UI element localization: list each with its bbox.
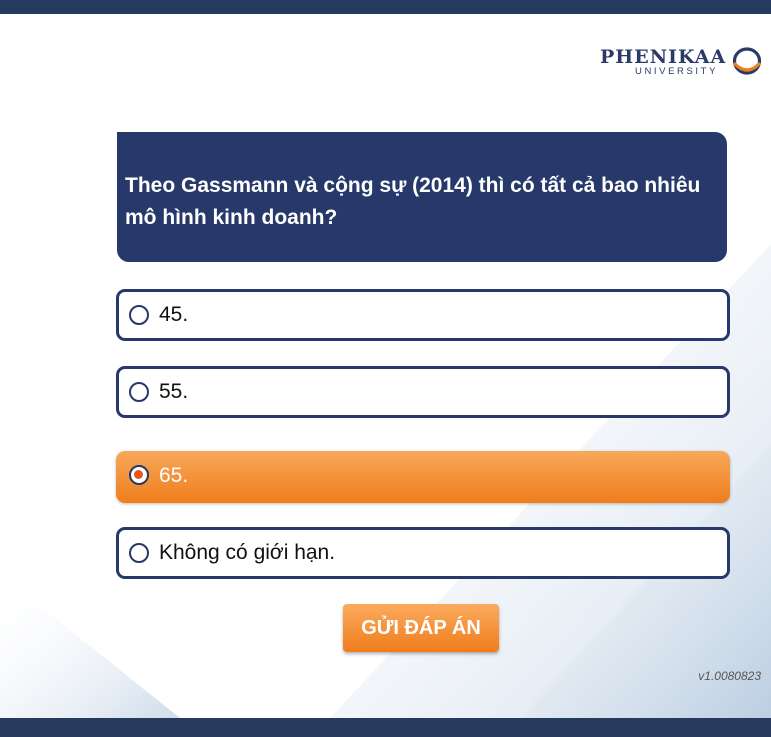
version-label: v1.0080823 <box>698 669 761 683</box>
radio-icon[interactable] <box>129 382 149 402</box>
top-bar <box>0 0 771 14</box>
logo-ring-icon <box>732 47 762 75</box>
question-box: Theo Gassmann và cộng sự (2014) thì có t… <box>117 132 727 262</box>
bottom-bar <box>0 718 771 737</box>
question-text: Theo Gassmann và cộng sự (2014) thì có t… <box>125 174 701 229</box>
answer-option-55[interactable]: 55. <box>116 366 730 418</box>
logo-subtitle: UNIVERSITY <box>635 66 719 77</box>
radio-icon[interactable] <box>129 305 149 325</box>
answer-option-label: Không có giới hạn. <box>159 541 336 564</box>
answer-option-label: 65. <box>159 464 189 487</box>
answer-option-unlimited[interactable]: Không có giới hạn. <box>116 527 730 579</box>
answer-option-label: 55. <box>159 380 189 403</box>
phenikaa-logo: PHENIKAA UNIVERSITY <box>600 44 770 84</box>
answer-option-45[interactable]: 45. <box>116 289 730 341</box>
submit-answer-button[interactable]: GỬI ĐÁP ÁN <box>343 604 499 652</box>
radio-icon[interactable] <box>129 543 149 563</box>
answer-option-label: 45. <box>159 303 189 326</box>
radio-selected-icon[interactable] <box>129 465 149 485</box>
answer-option-65[interactable]: 65. <box>116 451 730 503</box>
logo-wordmark: PHENIKAA <box>600 46 727 68</box>
